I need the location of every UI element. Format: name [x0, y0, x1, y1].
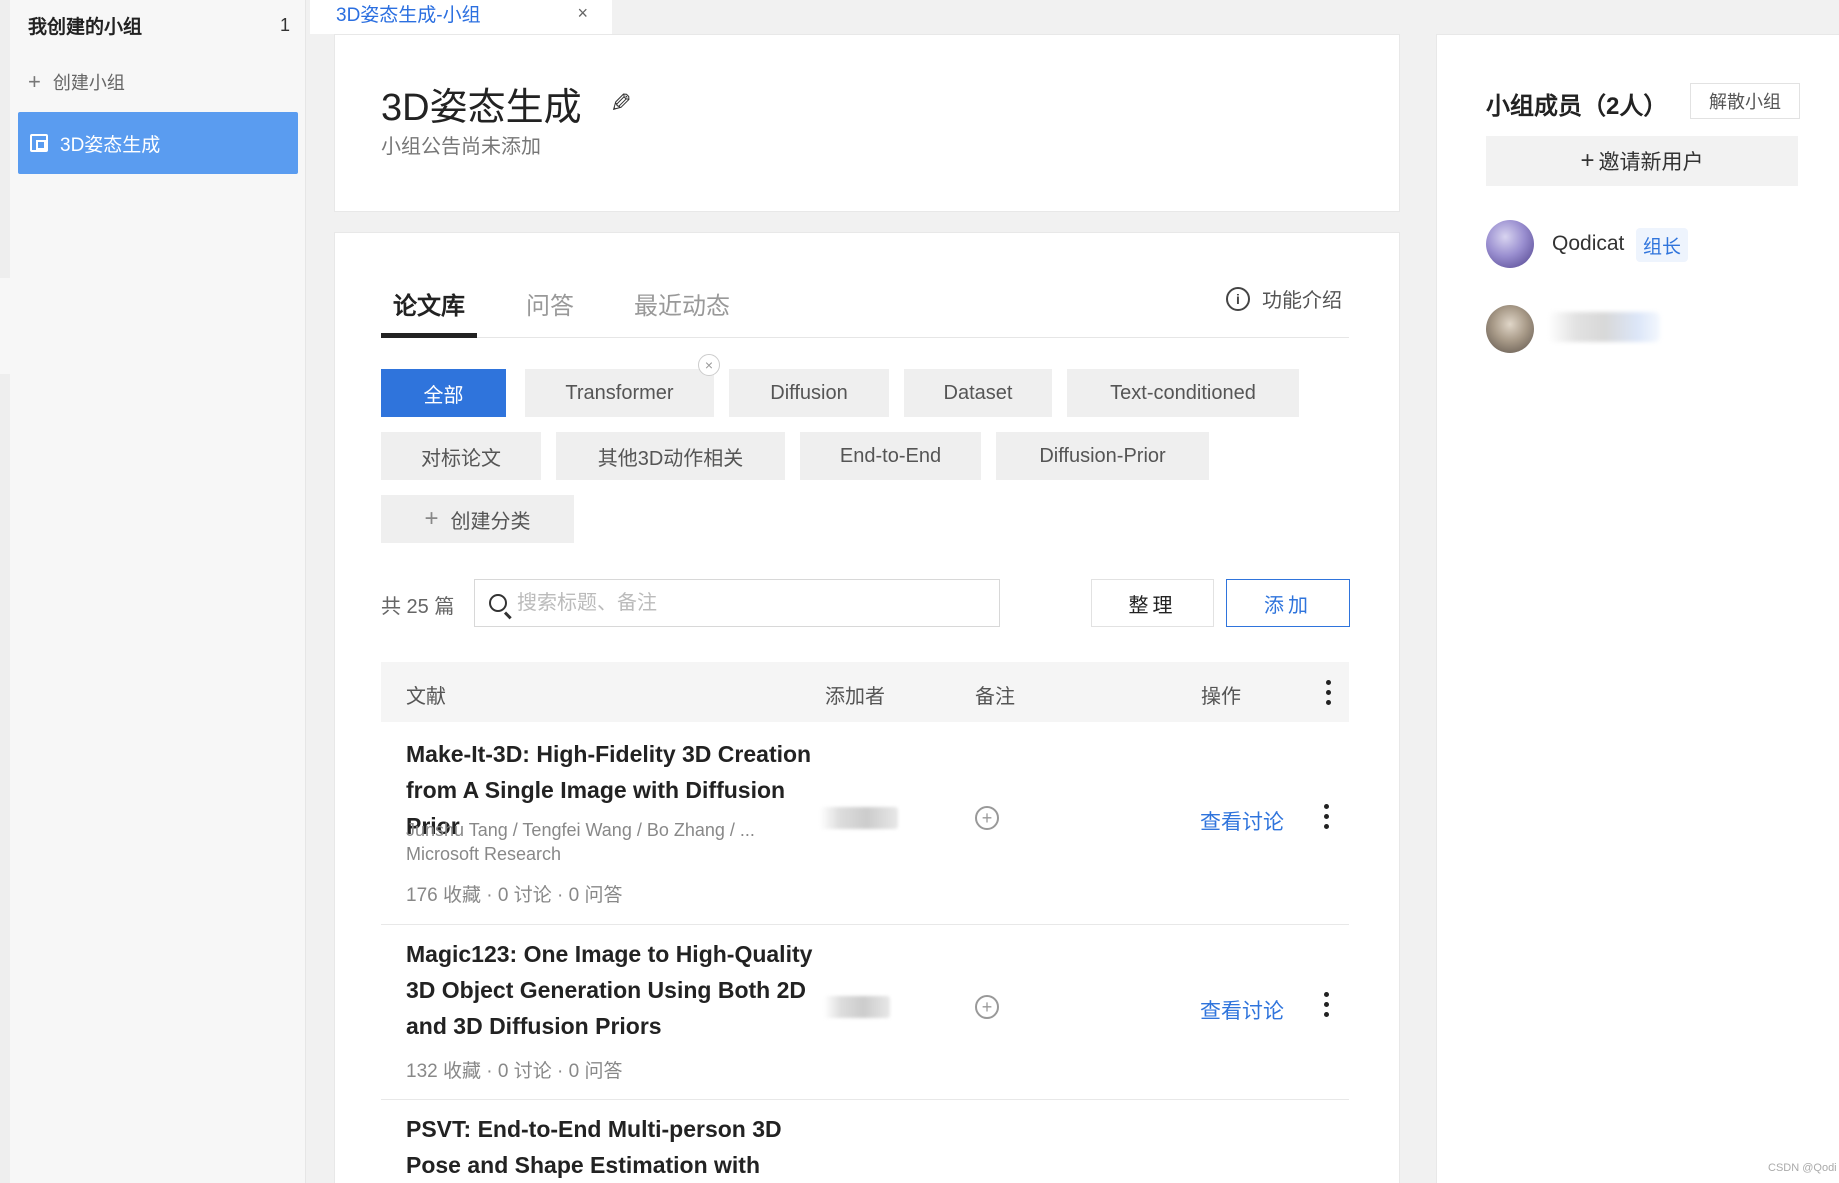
row-more-options-icon[interactable] — [1324, 992, 1330, 1022]
category-chip-dataset[interactable]: Dataset — [904, 369, 1052, 417]
plus-icon: + — [424, 505, 439, 532]
members-title: 小组成员（2人） — [1486, 93, 1668, 120]
paper-authors: Junshu Tang / Tengfei Wang / Bo Zhang / … — [406, 820, 755, 840]
category-chip-diffusion[interactable]: Diffusion — [729, 369, 889, 417]
organize-button[interactable]: 整理 — [1091, 579, 1214, 627]
invite-user-button[interactable]: + 邀请新用户 — [1486, 136, 1798, 186]
edit-pencil-icon[interactable]: ✎ — [610, 88, 632, 119]
search-box — [474, 579, 1000, 627]
plus-icon: + — [28, 69, 41, 94]
info-icon: i — [1226, 286, 1250, 311]
tab-paper-library[interactable]: 论文库 — [393, 286, 465, 321]
members-panel — [1436, 34, 1839, 1183]
left-edge-strip — [0, 0, 10, 1183]
column-header-action: 操作 — [1201, 686, 1241, 708]
member-name-blurred — [1548, 312, 1660, 342]
paper-count: 共 25 篇 — [381, 596, 455, 618]
disband-group-button[interactable]: 解散小组 — [1690, 83, 1800, 119]
sidebar-group-count: 1 — [279, 14, 290, 35]
tab-title: 3D姿态生成-小组 — [336, 4, 481, 26]
watermark: CSDN @Qodi — [1768, 1162, 1837, 1174]
create-category-label: 创建分类 — [450, 510, 531, 533]
category-chip-benchmark[interactable]: 对标论文 — [381, 432, 541, 480]
search-input[interactable] — [517, 591, 957, 615]
plus-icon: + — [1580, 147, 1595, 174]
content-tabs: 论文库 问答 最近动态 — [381, 278, 1349, 338]
tab-group[interactable]: 3D姿态生成-小组 × — [310, 0, 612, 34]
view-discussion-link[interactable]: 查看讨论 — [1200, 806, 1284, 836]
role-badge: 组长 — [1636, 228, 1688, 262]
category-chip-other-3d[interactable]: 其他3D动作相关 — [556, 432, 785, 480]
sidebar-item-label: 3D姿态生成 — [60, 134, 161, 156]
adder-avatar-blurred — [824, 996, 890, 1018]
paper-title[interactable]: Magic123: One Image to High-Quality 3D O… — [406, 936, 816, 1044]
member-name: Qodicat — [1552, 232, 1625, 255]
category-chip-all[interactable]: 全部 — [381, 369, 506, 417]
column-header-adder: 添加者 — [825, 686, 885, 708]
row-divider — [381, 924, 1349, 925]
paper-title[interactable]: PSVT: End-to-End Multi-person 3D Pose an… — [406, 1111, 816, 1183]
group-icon — [30, 134, 48, 152]
group-title-row: 3D姿态生成 ✎ — [381, 76, 631, 131]
add-paper-button[interactable]: 添加 — [1226, 579, 1350, 627]
create-group-label: 创建小组 — [52, 73, 125, 93]
sidebar — [10, 0, 306, 1183]
category-chip-end-to-end[interactable]: End-to-End — [800, 432, 981, 480]
paper-stats: 132 收藏 · 0 讨论 · 0 问答 — [406, 1061, 623, 1082]
invite-label: 邀请新用户 — [1598, 151, 1704, 174]
column-header-paper: 文献 — [406, 686, 446, 708]
remove-category-icon[interactable]: × — [698, 354, 720, 376]
tab-recent-activity[interactable]: 最近动态 — [634, 286, 730, 321]
create-group-button[interactable]: + 创建小组 — [28, 68, 125, 96]
feature-intro-link[interactable]: i 功能介绍 — [1226, 284, 1342, 313]
page-title: 3D姿态生成 — [381, 87, 582, 129]
active-tab-indicator — [381, 333, 477, 338]
table-header: 文献 添加者 备注 操作 — [381, 662, 1349, 722]
close-icon[interactable]: × — [577, 3, 588, 24]
category-chip-transformer[interactable]: Transformer — [525, 369, 714, 417]
feature-intro-label: 功能介绍 — [1262, 290, 1342, 312]
group-announcement: 小组公告尚未添加 — [381, 136, 541, 158]
avatar[interactable] — [1486, 305, 1534, 353]
sidebar-header-title: 我创建的小组 — [28, 16, 143, 38]
more-options-icon[interactable] — [1326, 680, 1332, 710]
row-divider — [381, 1099, 1349, 1100]
avatar[interactable] — [1486, 220, 1534, 268]
left-edge-mark — [0, 278, 10, 374]
sidebar-item-group[interactable]: 3D姿态生成 — [18, 112, 298, 174]
category-chip-diffusion-prior[interactable]: Diffusion-Prior — [996, 432, 1209, 480]
add-note-icon[interactable]: + — [975, 806, 999, 830]
paper-affiliation: Microsoft Research — [406, 844, 562, 864]
row-more-options-icon[interactable] — [1324, 804, 1330, 834]
adder-avatar-blurred — [820, 807, 898, 829]
column-header-note: 备注 — [975, 686, 1015, 708]
tab-qa[interactable]: 问答 — [526, 286, 574, 321]
category-chip-text-conditioned[interactable]: Text-conditioned — [1067, 369, 1299, 417]
create-category-button[interactable]: + 创建分类 — [381, 495, 574, 543]
paper-stats: 176 收藏 · 0 讨论 · 0 问答 — [406, 885, 623, 906]
sidebar-header: 我创建的小组 1 — [28, 10, 290, 40]
add-note-icon[interactable]: + — [975, 995, 999, 1019]
search-icon — [489, 594, 507, 612]
view-discussion-link[interactable]: 查看讨论 — [1200, 995, 1284, 1025]
